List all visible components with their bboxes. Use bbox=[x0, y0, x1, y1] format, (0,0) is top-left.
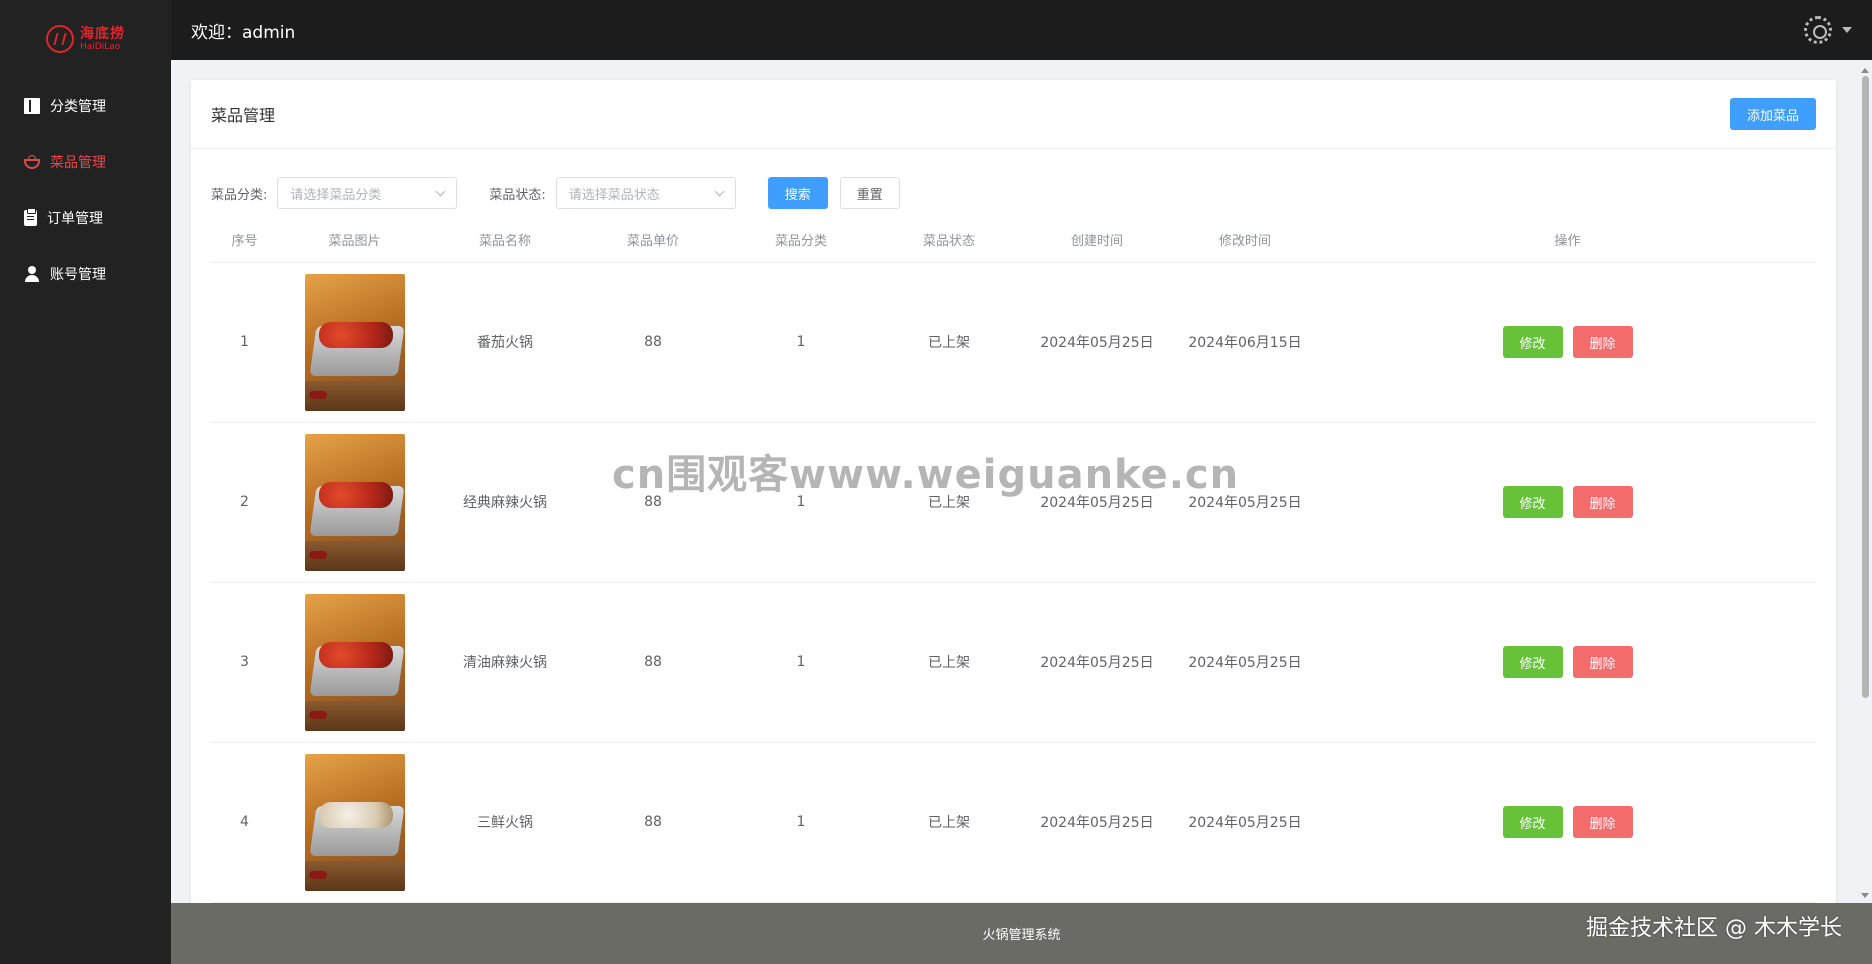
logo[interactable]: 海底捞 HaiDiLao bbox=[0, 0, 171, 78]
filter-bar: 菜品分类: 请选择菜品分类 菜品状态: 请选择菜品状态 搜索 重置 bbox=[191, 149, 1836, 217]
logo-mark-icon bbox=[46, 25, 74, 53]
caret-down-icon[interactable] bbox=[1842, 27, 1852, 33]
created-time: 2024年05月25日 bbox=[1023, 262, 1171, 423]
card-header: 菜品管理 添加菜品 bbox=[191, 80, 1836, 149]
dish-category: 1 bbox=[727, 262, 875, 423]
dish-category: 1 bbox=[727, 742, 875, 903]
main-content: 菜品管理 添加菜品 菜品分类: 请选择菜品分类 菜品状态: 请选择菜品状态 搜索… bbox=[171, 60, 1872, 903]
bowl-icon bbox=[24, 155, 40, 169]
table-header-row: 序号 菜品图片 菜品名称 菜品单价 菜品分类 菜品状态 创建时间 修改时间 操作 bbox=[211, 217, 1816, 263]
dish-name: 清油麻辣火锅 bbox=[431, 582, 579, 743]
status-select-placeholder: 请选择菜品状态 bbox=[568, 187, 660, 203]
chevron-down-icon bbox=[714, 186, 725, 196]
user-icon bbox=[24, 266, 40, 282]
gear-icon[interactable] bbox=[1804, 16, 1832, 44]
table-row: 2 经典麻辣火锅 88 1 已上架 2024年05月25日 2024年05月25… bbox=[211, 422, 1816, 583]
sidebar-item-orders[interactable]: 订单管理 bbox=[0, 190, 171, 246]
created-time: 2024年05月25日 bbox=[1023, 742, 1171, 903]
dish-name: 番茄火锅 bbox=[431, 262, 579, 423]
edit-button[interactable]: 修改 bbox=[1502, 326, 1563, 358]
dish-status: 已上架 bbox=[875, 742, 1023, 903]
delete-button[interactable]: 删除 bbox=[1572, 486, 1633, 518]
logo-text-en: HaiDiLao bbox=[80, 41, 121, 52]
credit-watermark: 掘金技术社区 @ 木木学长 bbox=[1586, 916, 1842, 941]
sidebar-item-category[interactable]: 分类管理 bbox=[0, 78, 171, 134]
edit-button[interactable]: 修改 bbox=[1502, 486, 1563, 518]
search-button[interactable]: 搜索 bbox=[767, 177, 828, 209]
sidebar-item-label: 菜品管理 bbox=[50, 155, 106, 171]
settings-dropdown[interactable] bbox=[1804, 16, 1852, 44]
created-time: 2024年05月25日 bbox=[1023, 582, 1171, 743]
logo-text-cn: 海底捞 bbox=[80, 25, 125, 42]
dish-name: 经典麻辣火锅 bbox=[431, 422, 579, 583]
dish-price: 88 bbox=[579, 582, 727, 743]
dish-category: 1 bbox=[727, 582, 875, 743]
dish-status: 已上架 bbox=[875, 422, 1023, 583]
dish-category: 1 bbox=[727, 422, 875, 583]
sidebar: 海底捞 HaiDiLao 分类管理 菜品管理 订单管理 账号管理 bbox=[0, 0, 171, 964]
table-row: 4 三鲜火锅 88 1 已上架 2024年05月25日 2024年05月25日 … bbox=[211, 742, 1816, 903]
column-header: 菜品单价 bbox=[579, 217, 727, 263]
modified-time: 2024年06月15日 bbox=[1171, 262, 1319, 423]
top-header: 欢迎：admin bbox=[171, 0, 1872, 60]
sidebar-item-dishes[interactable]: 菜品管理 bbox=[0, 134, 171, 190]
dish-image bbox=[304, 273, 405, 411]
table-row: 1 番茄火锅 88 1 已上架 2024年05月25日 2024年06月15日 … bbox=[211, 262, 1816, 423]
add-dish-button[interactable]: 添加菜品 bbox=[1729, 98, 1816, 130]
dish-name: 三鲜火锅 bbox=[431, 742, 579, 903]
welcome-text: 欢迎：admin bbox=[191, 22, 296, 43]
scroll-thumb[interactable] bbox=[1861, 76, 1869, 698]
book-icon bbox=[24, 98, 40, 114]
delete-button[interactable]: 删除 bbox=[1572, 806, 1633, 838]
column-header: 菜品图片 bbox=[278, 217, 431, 263]
dish-management-card: 菜品管理 添加菜品 菜品分类: 请选择菜品分类 菜品状态: 请选择菜品状态 搜索… bbox=[191, 80, 1836, 903]
sidebar-item-accounts[interactable]: 账号管理 bbox=[0, 246, 171, 302]
row-index: 3 bbox=[211, 582, 278, 743]
status-filter-label: 菜品状态: bbox=[489, 187, 546, 203]
chevron-down-icon bbox=[435, 186, 446, 196]
dish-price: 88 bbox=[579, 262, 727, 423]
edit-button[interactable]: 修改 bbox=[1502, 646, 1563, 678]
delete-button[interactable]: 删除 bbox=[1572, 646, 1633, 678]
sidebar-item-label: 分类管理 bbox=[50, 99, 106, 115]
created-time: 2024年05月25日 bbox=[1023, 422, 1171, 583]
status-select[interactable]: 请选择菜品状态 bbox=[555, 177, 736, 209]
scroll-up-arrow-icon[interactable] bbox=[1861, 68, 1869, 73]
dish-status: 已上架 bbox=[875, 262, 1023, 423]
row-index: 2 bbox=[211, 422, 278, 583]
column-header: 创建时间 bbox=[1023, 217, 1171, 263]
column-header: 菜品名称 bbox=[431, 217, 579, 263]
column-header: 修改时间 bbox=[1171, 217, 1319, 263]
column-header: 操作 bbox=[1319, 217, 1816, 263]
modified-time: 2024年05月25日 bbox=[1171, 422, 1319, 583]
dish-status: 已上架 bbox=[875, 582, 1023, 743]
clipboard-icon bbox=[24, 208, 37, 226]
vertical-scrollbar[interactable] bbox=[1860, 68, 1870, 898]
dish-image bbox=[304, 433, 405, 571]
modified-time: 2024年05月25日 bbox=[1171, 582, 1319, 743]
sidebar-item-label: 订单管理 bbox=[47, 211, 103, 227]
row-index: 4 bbox=[211, 742, 278, 903]
column-header: 菜品状态 bbox=[875, 217, 1023, 263]
dish-image bbox=[304, 593, 405, 731]
row-index: 1 bbox=[211, 262, 278, 423]
category-filter-label: 菜品分类: bbox=[211, 187, 268, 203]
table-row: 3 清油麻辣火锅 88 1 已上架 2024年05月25日 2024年05月25… bbox=[211, 582, 1816, 743]
category-select[interactable]: 请选择菜品分类 bbox=[277, 177, 458, 209]
page-title: 菜品管理 bbox=[211, 106, 276, 125]
column-header: 菜品分类 bbox=[727, 217, 875, 263]
category-select-placeholder: 请选择菜品分类 bbox=[290, 187, 382, 203]
edit-button[interactable]: 修改 bbox=[1502, 806, 1563, 838]
dish-price: 88 bbox=[579, 422, 727, 583]
footer-text: 火锅管理系统 bbox=[982, 928, 1061, 943]
dish-table: 序号 菜品图片 菜品名称 菜品单价 菜品分类 菜品状态 创建时间 修改时间 操作… bbox=[211, 217, 1816, 903]
sidebar-item-label: 账号管理 bbox=[50, 267, 106, 283]
dish-price: 88 bbox=[579, 742, 727, 903]
delete-button[interactable]: 删除 bbox=[1572, 326, 1633, 358]
modified-time: 2024年05月25日 bbox=[1171, 742, 1319, 903]
reset-button[interactable]: 重置 bbox=[839, 177, 900, 209]
column-header: 序号 bbox=[211, 217, 278, 263]
dish-image bbox=[304, 753, 405, 891]
scroll-down-arrow-icon[interactable] bbox=[1861, 893, 1869, 898]
